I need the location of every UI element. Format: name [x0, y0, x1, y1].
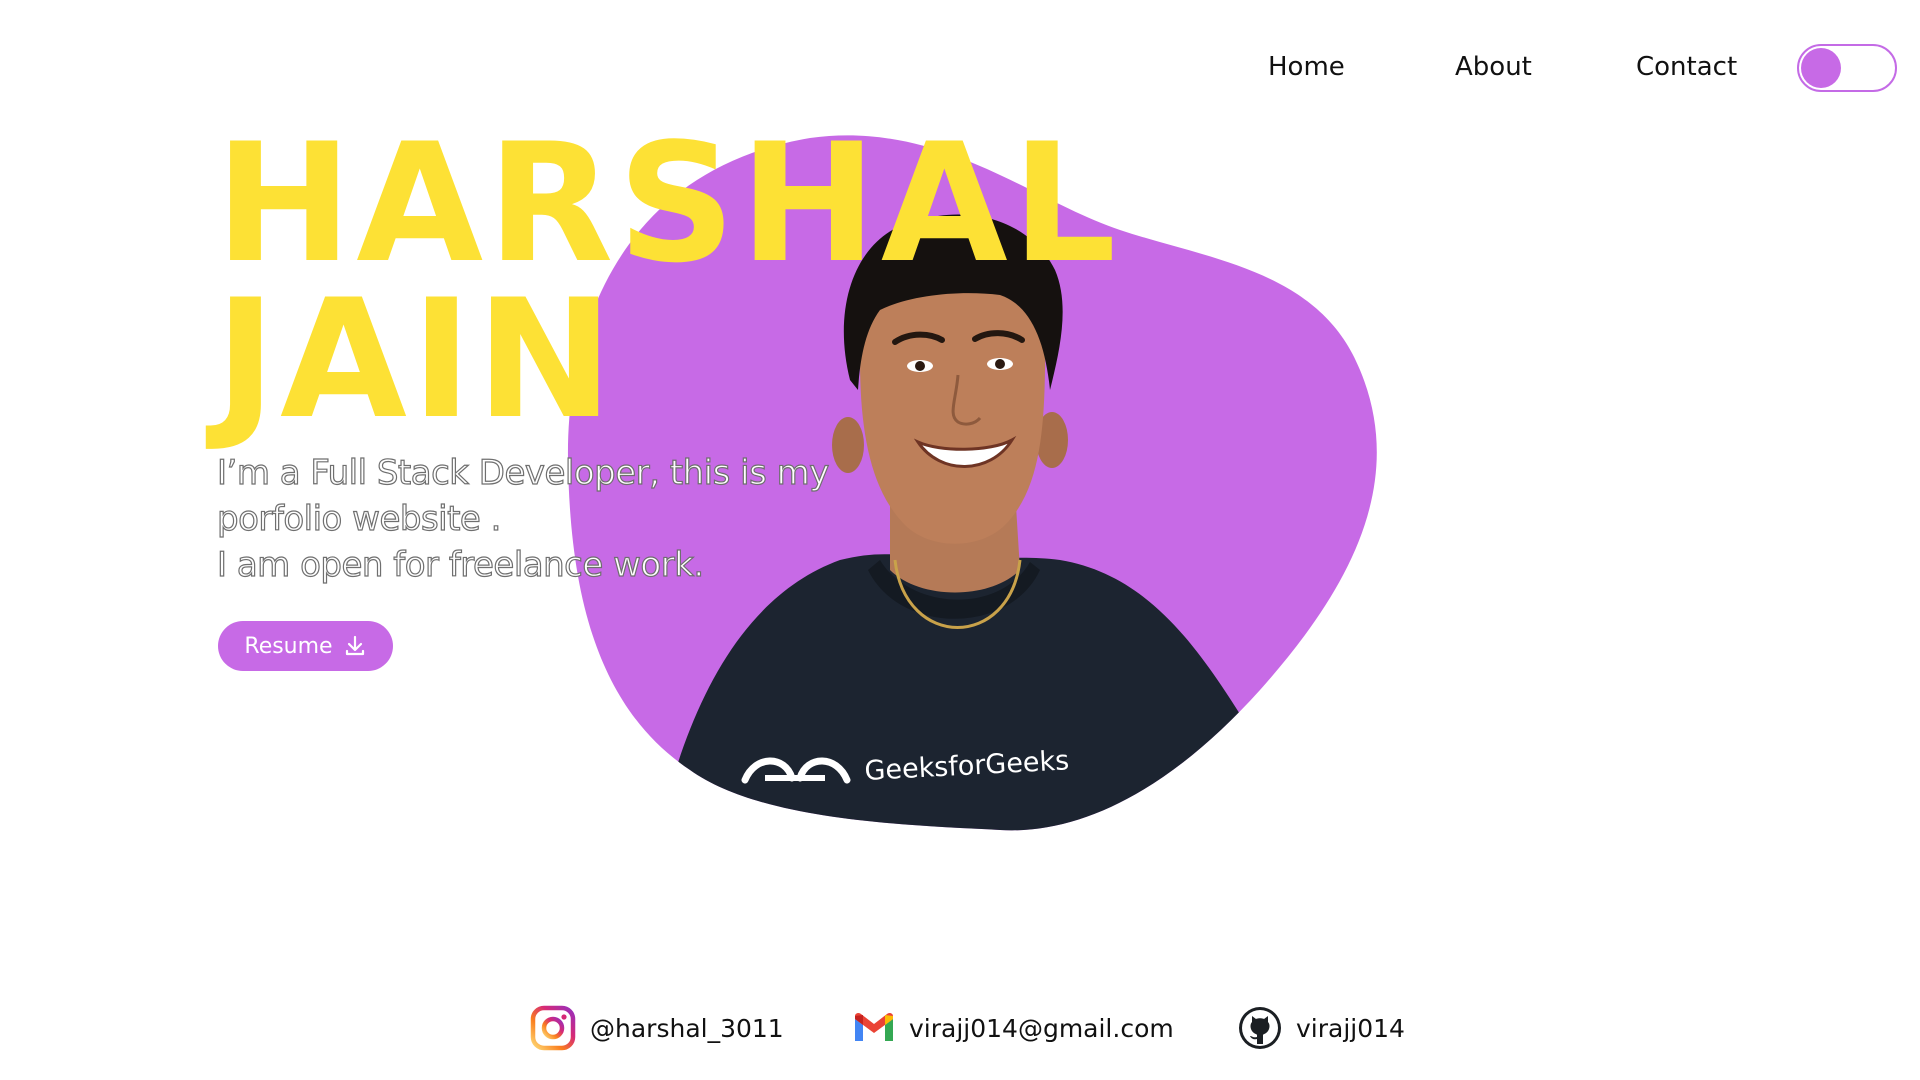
download-icon	[345, 635, 364, 656]
intro-line: I’m a Full Stack Developer, this is my	[216, 452, 830, 493]
resume-button-label: Resume	[244, 633, 333, 659]
portfolio-page: Home About Contact GeeksforGeeks HARSHAL…	[0, 0, 1920, 1080]
resume-download-button[interactable]: Resume	[218, 621, 393, 671]
contact-github[interactable]: virajj014	[1238, 1003, 1405, 1053]
instagram-handle: @harshal_3011	[590, 1013, 784, 1043]
contact-instagram[interactable]: @harshal_3011	[530, 1003, 784, 1053]
hero-intro: I’m a Full Stack Developer, this is my p…	[216, 450, 877, 588]
contact-email[interactable]: virajj014@gmail.com	[853, 1003, 1174, 1053]
hero-last-name: JAIN	[215, 264, 618, 455]
intro-line: I am open for freelance work.	[216, 544, 704, 585]
intro-line: porfolio website .	[216, 498, 502, 539]
nav-link-contact[interactable]: Contact	[1636, 52, 1737, 82]
nav-link-about[interactable]: About	[1455, 52, 1532, 82]
github-username: virajj014	[1296, 1013, 1405, 1043]
top-navigation: Home About Contact	[1220, 44, 1900, 92]
instagram-icon	[530, 1005, 576, 1051]
hero-first-name: HARSHAL	[215, 108, 1121, 299]
email-address: virajj014@gmail.com	[909, 1013, 1174, 1043]
theme-toggle-knob	[1801, 48, 1841, 88]
github-icon	[1239, 1007, 1281, 1049]
nav-link-home[interactable]: Home	[1268, 52, 1345, 82]
theme-toggle[interactable]	[1797, 44, 1897, 92]
gmail-icon	[855, 1012, 893, 1041]
